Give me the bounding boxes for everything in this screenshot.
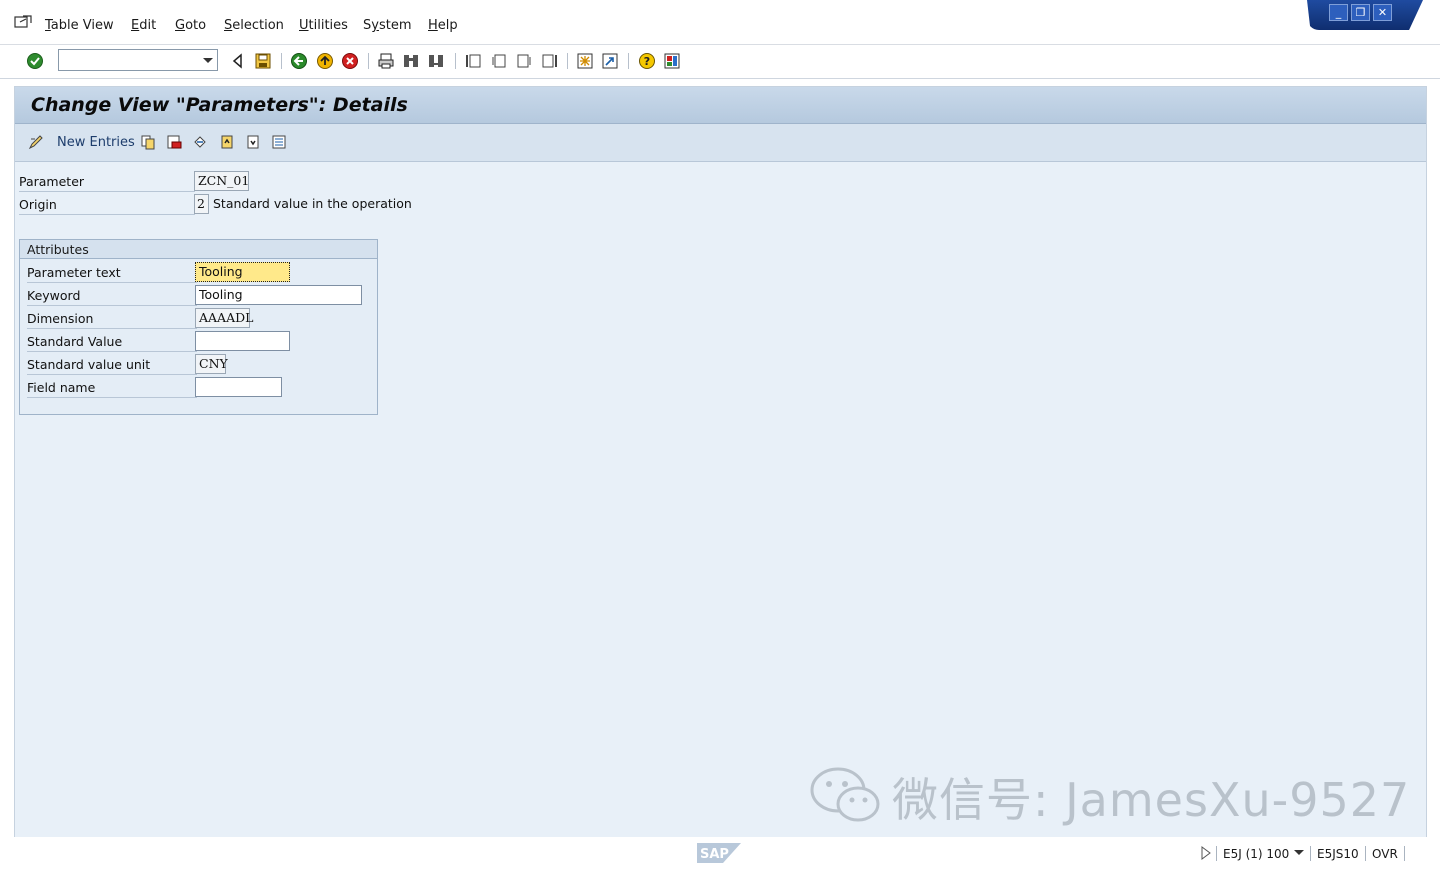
status-expand-icon[interactable] (1201, 846, 1211, 860)
menu-system[interactable]: System (363, 18, 412, 33)
back-triangle-icon[interactable] (229, 52, 247, 70)
toolbar-separator (628, 53, 629, 69)
help-icon[interactable]: ? (638, 52, 656, 70)
system-menu-icon[interactable] (14, 15, 32, 29)
application-toolbar: New Entries (15, 124, 1426, 162)
status-separator (1216, 846, 1217, 861)
attributes-group: Attributes Parameter text Tooling Keywor… (19, 239, 378, 415)
last-page-icon[interactable] (540, 52, 558, 70)
standard-value-unit-label: Standard value unit (27, 354, 197, 375)
copy-as-icon[interactable] (140, 134, 156, 150)
find-icon[interactable] (402, 52, 420, 70)
delete-icon[interactable] (166, 134, 182, 150)
variable-list-icon[interactable] (271, 134, 287, 150)
window-controls: _ ❐ ✕ (1307, 0, 1423, 30)
standard-value-label: Standard Value (27, 331, 197, 352)
exit-yellow-icon[interactable] (316, 52, 334, 70)
back-green-icon[interactable] (290, 52, 308, 70)
origin-field: 2 (194, 194, 209, 214)
dimension-field[interactable]: AAAADL (195, 308, 253, 328)
sap-logo: SAP (697, 843, 741, 863)
menu-selection[interactable]: Selection (224, 18, 284, 33)
origin-label: Origin (19, 194, 195, 215)
parameter-text-field[interactable]: Tooling (195, 262, 290, 282)
system-info: E5J (1) 100 (1223, 847, 1290, 861)
minimize-button[interactable]: _ (1329, 4, 1348, 21)
parameter-field: ZCN_01 (194, 171, 249, 191)
previous-entry-icon[interactable] (219, 134, 235, 150)
status-separator (1365, 846, 1366, 861)
menu-utilities[interactable]: Utilities (299, 18, 348, 33)
keyword-label: Keyword (27, 285, 197, 306)
command-field[interactable] (58, 49, 218, 71)
status-separator (1404, 846, 1405, 861)
watermark-text: 微信号: JamesXu-9527 (892, 773, 1411, 827)
parameter-text-label: Parameter text (27, 262, 197, 283)
first-page-icon[interactable] (465, 52, 483, 70)
next-entry-icon[interactable] (245, 134, 261, 150)
previous-page-icon[interactable] (490, 52, 508, 70)
next-page-icon[interactable] (515, 52, 533, 70)
insert-mode[interactable]: OVR (1372, 847, 1398, 861)
watermark: 微信号: JamesXu-9527 (810, 764, 1410, 827)
menu-edit[interactable]: Edit (131, 18, 156, 33)
standard-value-field[interactable] (195, 331, 290, 351)
svg-text:SAP: SAP (700, 847, 729, 862)
cancel-red-icon[interactable] (341, 52, 359, 70)
standard-value-unit-field[interactable]: CNY (195, 354, 228, 374)
menu-help[interactable]: Help (428, 18, 458, 33)
origin-description: Standard value in the operation (213, 196, 412, 211)
status-separator (1310, 846, 1311, 861)
parameter-label: Parameter (19, 171, 195, 192)
menu-table-view[interactable]: Table View (45, 18, 114, 33)
shortcut-icon[interactable] (601, 52, 619, 70)
status-bar: SAP E5J (1) 100 E5JS10 OVR (0, 837, 1440, 870)
server-name: E5JS10 (1317, 847, 1359, 861)
page-title: Change View "Parameters": Details (31, 94, 408, 116)
screen-title-bar: Change View "Parameters": Details (15, 87, 1426, 124)
standard-toolbar: ? (0, 45, 1440, 79)
attributes-group-title: Attributes (20, 240, 377, 259)
toolbar-separator (368, 53, 369, 69)
undo-change-icon[interactable] (192, 134, 208, 150)
wechat-logo-icon (810, 767, 880, 822)
system-info-dropdown-icon[interactable] (1294, 850, 1304, 855)
display-change-icon[interactable] (28, 134, 44, 150)
toolbar-separator (567, 53, 568, 69)
enter-checkmark-icon[interactable] (26, 52, 44, 70)
field-name-field[interactable] (195, 377, 282, 397)
menu-bar: Table View Edit Goto Selection Utilities… (0, 0, 1440, 45)
print-icon[interactable] (377, 52, 395, 70)
svg-text:?: ? (644, 55, 650, 68)
main-workspace: Change View "Parameters": Details New En… (14, 86, 1427, 838)
customize-layout-icon[interactable] (663, 52, 681, 70)
restore-button[interactable]: ❐ (1351, 4, 1370, 21)
keyword-field[interactable]: Tooling (195, 285, 362, 305)
save-icon[interactable] (254, 52, 272, 70)
new-session-icon[interactable] (576, 52, 594, 70)
find-next-icon[interactable] (427, 52, 445, 70)
new-entries-button[interactable]: New Entries (57, 135, 135, 150)
toolbar-separator (455, 53, 456, 69)
close-button[interactable]: ✕ (1373, 4, 1392, 21)
menu-goto[interactable]: Goto (175, 18, 206, 33)
toolbar-separator (281, 53, 282, 69)
field-name-label: Field name (27, 377, 197, 398)
dimension-label: Dimension (27, 308, 197, 329)
command-dropdown-icon[interactable] (203, 58, 213, 63)
